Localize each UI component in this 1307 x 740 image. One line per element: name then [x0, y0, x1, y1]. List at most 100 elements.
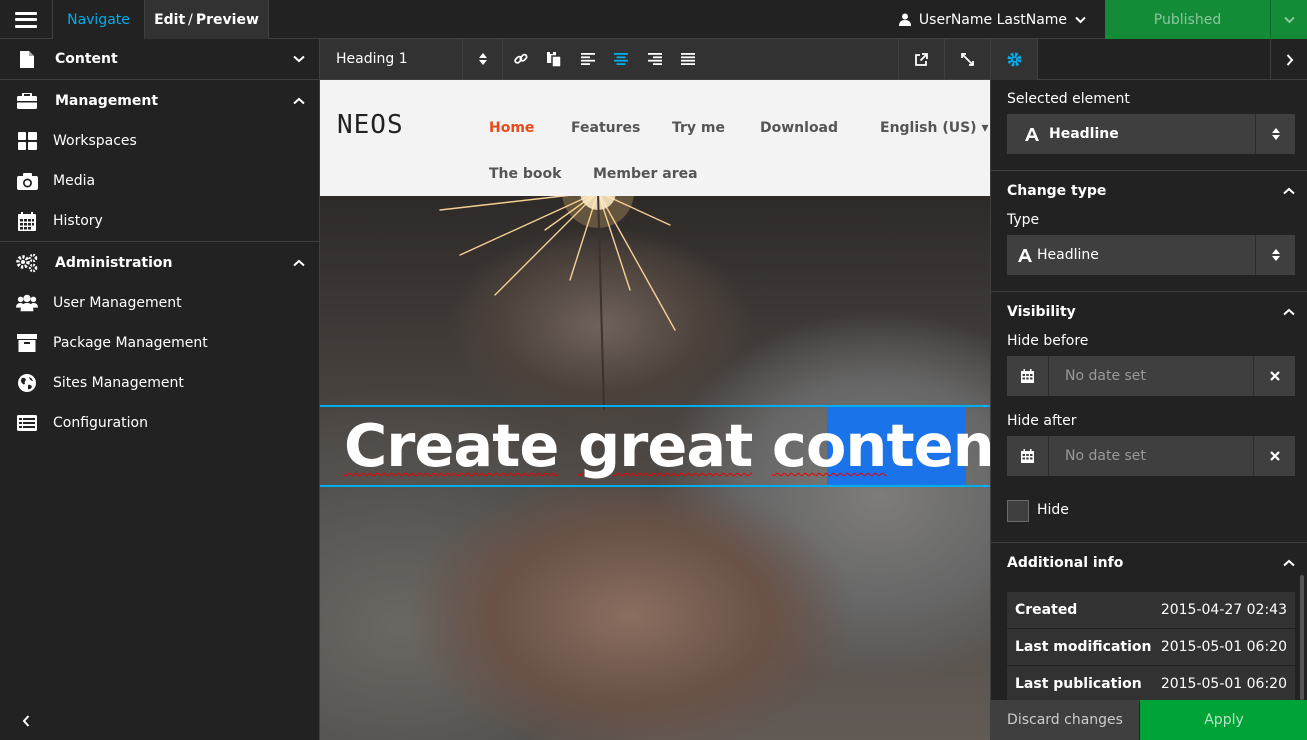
user-name: UserName LastName — [918, 11, 1068, 28]
headline-text[interactable]: Create great content. — [344, 411, 990, 480]
expand-icon — [961, 52, 974, 66]
site-language-select[interactable]: English (US) ▾ — [880, 120, 988, 136]
collapse-inspector-button[interactable] — [1270, 39, 1307, 80]
chevron-up-icon — [1283, 308, 1295, 316]
menu-toggle-button[interactable] — [0, 0, 53, 39]
sidebar-item-package-management[interactable]: Package Management — [0, 323, 319, 363]
align-left-button[interactable] — [571, 39, 604, 79]
align-right-icon — [647, 53, 662, 65]
tab-navigate-label: Navigate — [67, 11, 130, 28]
calendar-icon[interactable] — [1007, 356, 1049, 396]
hide-before-label: Hide before — [1007, 333, 1089, 349]
sort-icon — [1255, 114, 1295, 154]
site-nav-member-area[interactable]: Member area — [593, 166, 698, 182]
divider — [991, 291, 1307, 292]
user-menu[interactable]: UserName LastName — [880, 0, 1105, 39]
link-button[interactable] — [504, 39, 537, 79]
section-management[interactable]: Management — [0, 80, 319, 121]
type-label: Type — [1007, 212, 1040, 228]
collapse-sidebar-button[interactable] — [0, 702, 52, 740]
sidebar-item-workspaces[interactable]: Workspaces — [0, 121, 319, 161]
discard-changes-button[interactable]: Discard changes — [991, 700, 1139, 740]
headline-type-icon — [1013, 248, 1037, 262]
node-type-value: Headline — [1037, 247, 1099, 263]
info-key: Last modification — [1015, 639, 1152, 655]
align-center-button[interactable] — [604, 39, 637, 79]
paste-icon — [546, 51, 561, 67]
info-key: Created — [1015, 602, 1078, 618]
gear-icon — [1007, 52, 1021, 67]
sidebar-item-sites-management[interactable]: Sites Management — [0, 363, 319, 403]
inspector-tabbar — [991, 39, 1307, 80]
format-style-select[interactable]: Heading 1 — [320, 39, 463, 79]
sidebar-item-history[interactable]: History — [0, 201, 319, 241]
info-value: 2015-05-01 06:20 — [1160, 639, 1287, 655]
sidebar-item-label: Package Management — [53, 335, 208, 351]
open-external-button[interactable] — [898, 39, 944, 79]
divider — [991, 170, 1307, 171]
sidebar-item-label: Media — [53, 173, 96, 189]
publish-dropdown-button[interactable] — [1270, 0, 1307, 39]
format-style-dropdown-button[interactable] — [463, 39, 503, 79]
close-icon — [1269, 371, 1280, 381]
publish-button[interactable]: Published — [1105, 0, 1270, 39]
section-administration[interactable]: Administration — [0, 242, 319, 283]
link-icon — [513, 53, 528, 64]
selected-element-select[interactable]: Headline — [1007, 114, 1295, 154]
tab-preview-label: Preview — [195, 11, 259, 28]
gears-icon — [16, 252, 38, 274]
section-content[interactable]: Content — [0, 39, 319, 80]
headline-word: con — [771, 411, 888, 480]
hide-before-date-field[interactable]: No date set — [1007, 356, 1295, 396]
sidebar-item-user-management[interactable]: User Management — [0, 283, 319, 323]
section-content-label: Content — [55, 51, 118, 67]
inspector-scrollbar[interactable] — [1300, 575, 1304, 700]
paste-button[interactable] — [537, 39, 570, 79]
sort-icon — [478, 53, 487, 65]
clear-hide-before-button[interactable] — [1253, 356, 1295, 396]
headline-word-selected: tent. — [886, 411, 990, 480]
sidebar-item-label: Sites Management — [53, 375, 184, 391]
align-right-button[interactable] — [638, 39, 671, 79]
chevron-left-icon — [22, 715, 30, 727]
archive-icon — [16, 332, 38, 354]
hide-before-placeholder: No date set — [1065, 368, 1146, 384]
node-type-select[interactable]: Headline — [1007, 235, 1295, 275]
close-icon — [1269, 451, 1280, 461]
calendar-icon[interactable] — [1007, 436, 1049, 476]
site-nav-features[interactable]: Features — [571, 120, 640, 136]
user-icon — [898, 13, 911, 26]
hide-after-date-field[interactable]: No date set — [1007, 436, 1295, 476]
change-type-header[interactable]: Change type — [1007, 181, 1295, 201]
fullscreen-button[interactable] — [944, 39, 990, 79]
inspector-properties-tab[interactable] — [991, 39, 1038, 80]
site-nav-try-me[interactable]: Try me — [672, 120, 725, 136]
apply-button[interactable]: Apply — [1140, 700, 1307, 740]
site-nav-home[interactable]: Home — [489, 120, 534, 136]
editor-toolbar: Heading 1 — [320, 39, 990, 80]
headline-word: great — [578, 411, 753, 480]
list-icon — [16, 412, 38, 434]
tab-navigate[interactable]: Navigate — [53, 0, 145, 39]
headline-word: Create — [344, 411, 559, 480]
align-justify-button[interactable] — [671, 39, 704, 79]
clear-hide-after-button[interactable] — [1253, 436, 1295, 476]
tab-edit-preview[interactable]: Edit / Preview — [145, 0, 269, 39]
calendar-icon — [16, 210, 38, 232]
headline-editable[interactable]: Create great content. — [320, 405, 990, 487]
additional-info-table: Created 2015-04-27 02:43 Last modificati… — [1007, 592, 1295, 703]
additional-info-label: Additional info — [1007, 555, 1124, 571]
additional-info-header[interactable]: Additional info — [1007, 553, 1295, 573]
sidebar-item-configuration[interactable]: Configuration — [0, 403, 319, 443]
selected-element-value: Headline — [1049, 126, 1119, 142]
sidebar-item-media[interactable]: Media — [0, 161, 319, 201]
hide-checkbox[interactable] — [1007, 500, 1029, 522]
visibility-header[interactable]: Visibility — [1007, 302, 1295, 322]
site-nav-the-book[interactable]: The book — [489, 166, 561, 182]
site-nav-download[interactable]: Download — [760, 120, 838, 136]
discard-label: Discard changes — [1007, 712, 1123, 728]
info-value: 2015-05-01 06:20 — [1160, 676, 1287, 692]
external-link-icon — [915, 52, 928, 66]
tab-edit-label: Edit — [154, 11, 186, 28]
site-logo[interactable]: NEOS — [337, 110, 404, 140]
